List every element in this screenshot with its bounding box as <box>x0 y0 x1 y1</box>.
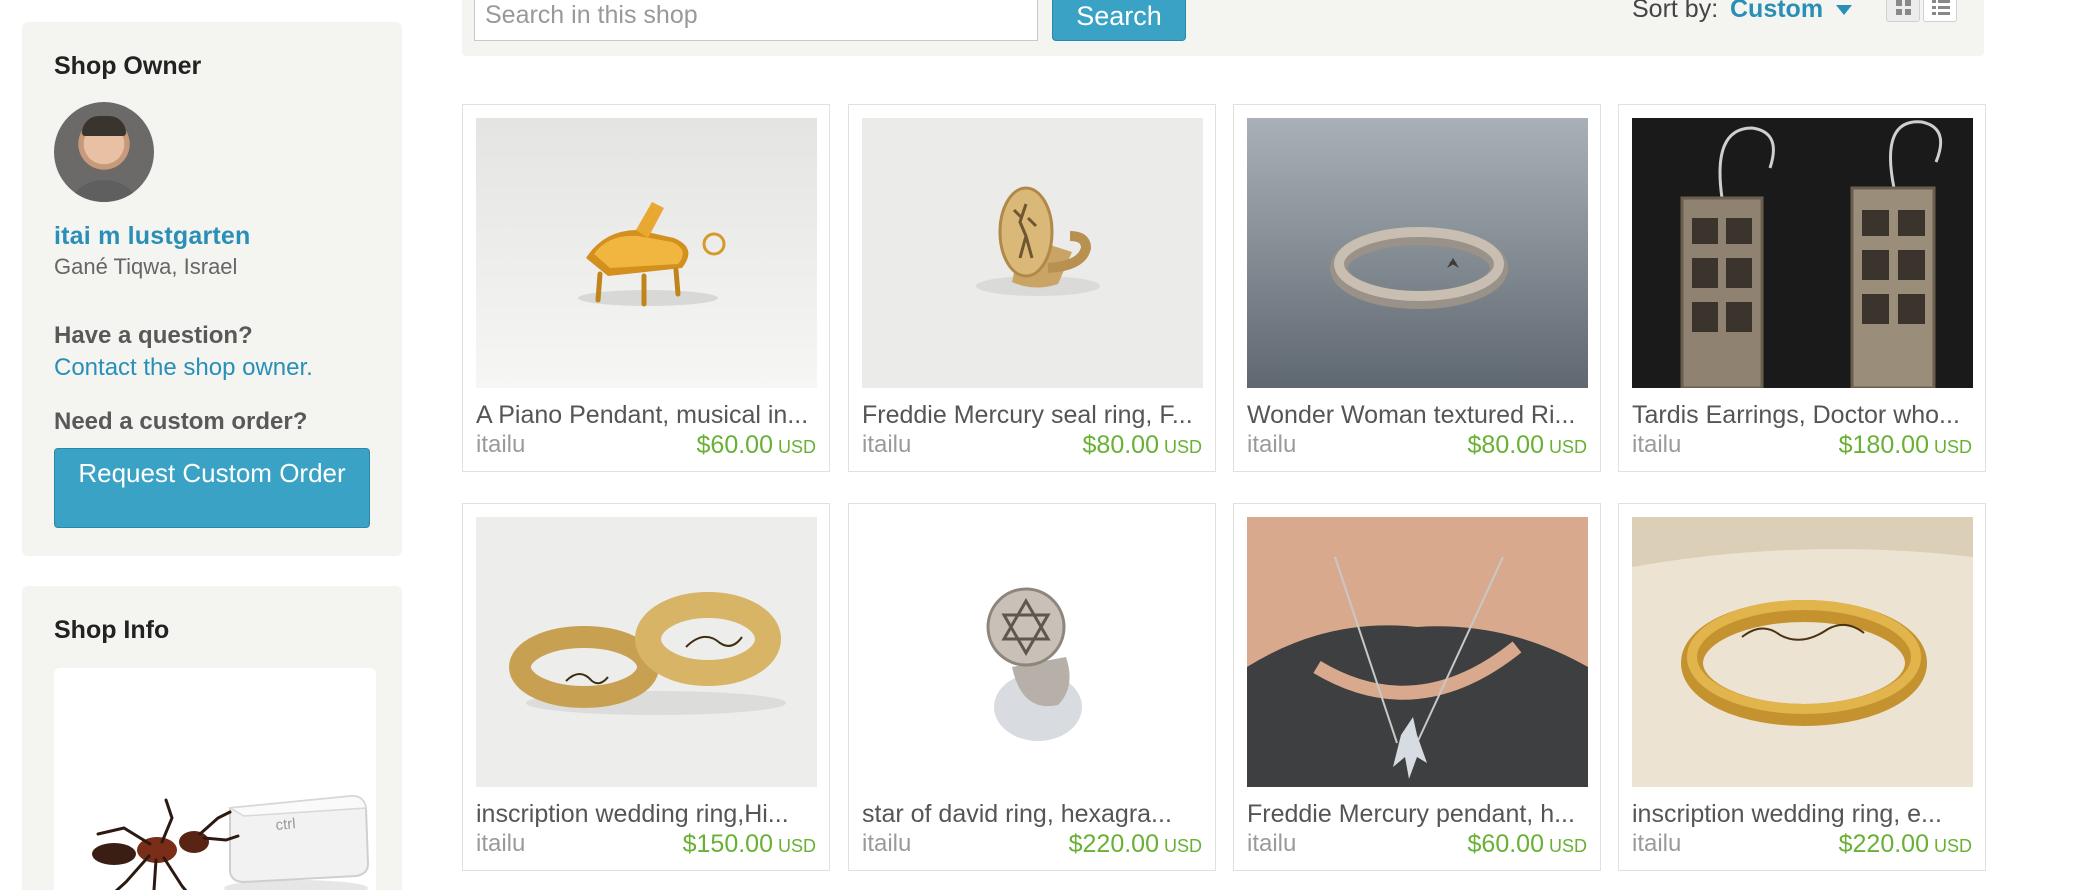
listing-shop-name[interactable]: itailu <box>862 431 911 459</box>
listing-card[interactable]: Freddie Mercury pendant, h... itailu $60… <box>1233 503 1601 871</box>
owner-avatar[interactable] <box>54 102 154 202</box>
listing-shop-name[interactable]: itailu <box>476 830 525 858</box>
listing-card[interactable]: Freddie Mercury seal ring, F... itailu $… <box>848 104 1216 472</box>
owner-name-link[interactable]: itai m lustgarten <box>54 222 251 251</box>
listing-image[interactable] <box>1247 517 1588 787</box>
tardis-earrings-image <box>1632 118 1973 388</box>
shop-owner-heading: Shop Owner <box>54 52 202 80</box>
listing-shop-name[interactable]: itailu <box>476 431 525 459</box>
listing-card[interactable]: star of david ring, hexagra... itailu $2… <box>848 503 1216 871</box>
listing-image[interactable] <box>1632 118 1973 388</box>
listing-image[interactable] <box>476 517 817 787</box>
gold-ring-box-image <box>1632 517 1973 787</box>
avatar-hair <box>82 116 126 136</box>
listing-shop-name[interactable]: itailu <box>1632 431 1681 459</box>
listing-title[interactable]: inscription wedding ring,Hi... <box>476 800 817 829</box>
listing-price: $60.00 USD <box>1467 830 1587 858</box>
listing-title[interactable]: star of david ring, hexagra... <box>862 800 1203 829</box>
listing-title[interactable]: Freddie Mercury seal ring, F... <box>862 401 1203 430</box>
shop-owner-panel: Shop Owner itai m lustgarten Gané Tiqwa,… <box>22 22 402 556</box>
listing-card[interactable]: Wonder Woman textured Ri... itailu $80.0… <box>1233 104 1601 472</box>
listing-image[interactable] <box>1247 118 1588 388</box>
listing-price: $180.00 USD <box>1838 431 1972 459</box>
grid-view-icon[interactable] <box>1886 0 1920 22</box>
listing-price: $80.00 USD <box>1082 431 1202 459</box>
avatar-shirt <box>64 180 144 202</box>
request-custom-order-button[interactable]: Request Custom Order <box>54 448 370 528</box>
listing-price: $80.00 USD <box>1467 431 1587 459</box>
ant-and-key-illustration: ctrl <box>54 668 376 890</box>
svg-text:ctrl: ctrl <box>275 815 296 834</box>
shop-info-image[interactable]: ctrl <box>54 668 376 890</box>
shop-search-input[interactable] <box>474 0 1038 41</box>
chevron-down-icon[interactable] <box>1836 5 1852 15</box>
listing-title[interactable]: inscription wedding ring, e... <box>1632 800 1973 829</box>
listing-shop-name[interactable]: itailu <box>1247 431 1296 459</box>
listing-image[interactable] <box>862 517 1203 787</box>
listing-card[interactable]: Tardis Earrings, Doctor who... itailu $1… <box>1618 104 1986 472</box>
listing-price: $60.00 USD <box>696 431 816 459</box>
search-button[interactable]: Search <box>1052 0 1186 41</box>
list-view-icon[interactable] <box>1923 0 1957 22</box>
star-ring-image <box>862 517 1203 787</box>
sort-dropdown[interactable]: Custom <box>1730 0 1823 24</box>
listing-card[interactable]: A Piano Pendant, musical in... itailu $6… <box>462 104 830 472</box>
contact-owner-link[interactable]: Contact the shop owner. <box>54 354 313 382</box>
listing-card[interactable]: inscription wedding ring, e... itailu $2… <box>1618 503 1986 871</box>
listing-price: $150.00 USD <box>682 830 816 858</box>
sort-label: Sort by: <box>1632 0 1719 23</box>
listing-title[interactable]: Wonder Woman textured Ri... <box>1247 401 1588 430</box>
question-label: Have a question? <box>54 322 253 349</box>
custom-order-label: Need a custom order? <box>54 408 308 435</box>
listing-price: $220.00 USD <box>1068 830 1202 858</box>
listing-image[interactable] <box>1632 517 1973 787</box>
listing-shop-name[interactable]: itailu <box>1632 830 1681 858</box>
listing-shop-name[interactable]: itailu <box>862 830 911 858</box>
listing-image[interactable] <box>476 118 817 388</box>
listing-shop-name[interactable]: itailu <box>1247 830 1296 858</box>
shop-info-panel: Shop Info ctrl <box>22 586 402 890</box>
listing-title[interactable]: Tardis Earrings, Doctor who... <box>1632 401 1973 430</box>
seal-ring-image <box>862 118 1203 388</box>
wedding-rings-image <box>476 517 817 787</box>
owner-location: Gané Tiqwa, Israel <box>54 254 238 279</box>
piano-pendant-image <box>476 118 817 388</box>
shop-toolbar: Search Sort by: Custom <box>462 0 1984 56</box>
listing-price: $220.00 USD <box>1838 830 1972 858</box>
listing-title[interactable]: Freddie Mercury pendant, h... <box>1247 800 1588 829</box>
listing-image[interactable] <box>862 118 1203 388</box>
mercury-pendant-image <box>1247 517 1588 787</box>
shop-info-heading: Shop Info <box>54 616 170 644</box>
textured-ring-image <box>1247 118 1588 388</box>
listing-title[interactable]: A Piano Pendant, musical in... <box>476 401 817 430</box>
listing-card[interactable]: inscription wedding ring,Hi... itailu $1… <box>462 503 830 871</box>
